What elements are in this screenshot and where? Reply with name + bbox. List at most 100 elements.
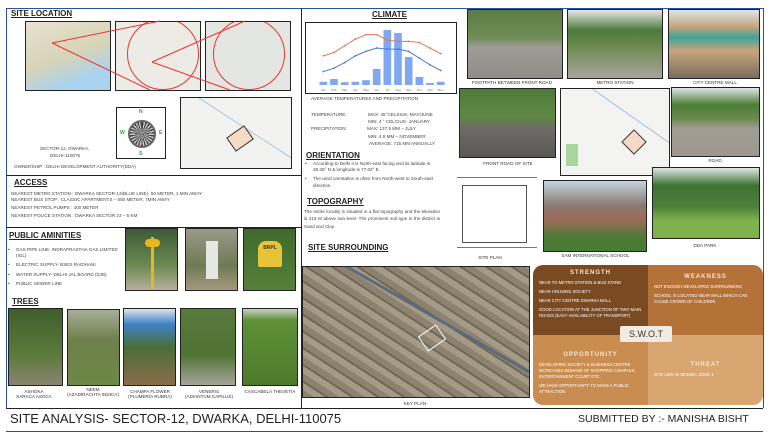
temp-point (322, 54, 325, 57)
swot-center-label: S.W.O.T (620, 326, 672, 342)
weakness-title: WEAKNESS (684, 274, 727, 280)
temp-point (343, 44, 346, 47)
x-tick-label: Feb (331, 88, 337, 92)
orientation-item: According to Delhi it is North-east faci… (303, 161, 439, 173)
temp-point (439, 69, 442, 72)
photo-dda-park (652, 167, 760, 239)
temp-point (386, 39, 389, 42)
precip-bar (330, 79, 338, 85)
opportunity-title: OPPORTUNITY (563, 352, 618, 358)
photo-footpath-label: FOOTPATH BETWEEN FRONT ROAD (472, 80, 552, 85)
chart-caption: AVERAGE TEMPERATURES AND PRECIPITATION (311, 96, 419, 101)
precip-bar (351, 81, 360, 85)
photo-water-marker (185, 228, 238, 291)
submitted-by: SUBMITTED BY :- MANISHA BISHT (578, 413, 749, 425)
site-plot-marker (226, 125, 254, 152)
compass-s: S (139, 151, 143, 157)
topography-text: The entire locality is situated in a fla… (304, 209, 440, 229)
temp-point (407, 40, 410, 43)
temp-point (397, 40, 399, 43)
temp-point (429, 63, 431, 66)
amenity-item: GAS PIPE LINE- INDRAPRASTHA GAS LIMITED … (6, 247, 124, 259)
site-plan-drawing (457, 175, 537, 250)
temp-point (386, 48, 389, 51)
tree-label: NEEM (AZADIRACHTA INDICA) (62, 387, 124, 397)
tree-sci-name: (AZADIRACHTA INDICA) (67, 392, 119, 397)
max-temp-line (323, 34, 441, 57)
swot-threat: THREAT SITE LIES IN SEISMIC ZONE 4 (648, 335, 763, 405)
temp-point (322, 70, 325, 73)
opportunity-item: WE HAVE OPPORTUNITY TO MAKE A PUBLIC ATT… (539, 383, 629, 394)
tree-sci-name: (ADIANTUM CAPILUS) (185, 394, 233, 399)
temp-point (418, 41, 421, 44)
photo-city-centre-mall (668, 9, 760, 79)
orientation-heading: ORIENTATION (306, 151, 360, 160)
compass-box: N S W E (116, 107, 166, 159)
photo-sam-school (543, 180, 647, 252)
temp-point (375, 47, 378, 49)
precipitation-average: AVERAGE: 715 MM ANNUALLY (369, 141, 435, 146)
photo-tree-cascabela (242, 308, 298, 386)
precip-bar (362, 80, 370, 85)
access-heading: ACCESS (14, 178, 48, 187)
temp-point (429, 47, 431, 49)
tree-label: CHAMPA FLOWER (PLUMERIA RUBRA) (120, 389, 180, 399)
x-tick-label: Mar (342, 88, 347, 92)
strength-item: NEAR TO METRO STATION & BUS STAND (539, 280, 622, 286)
x-tick-label: Oct (417, 88, 422, 92)
threat-title: THREAT (690, 362, 721, 368)
site-map (180, 97, 292, 169)
strength-item: GOOD LOCATION AT THE JUNCTION OF TWO MAI… (539, 307, 642, 318)
temp-point (365, 33, 367, 36)
photo-tree-veneris (180, 308, 236, 386)
key-plan-label: KEY PLAN (403, 401, 427, 406)
compass-e: E (159, 130, 163, 136)
strength-item: NEAR CITY CENTRE DWARKA MALL (539, 298, 611, 304)
site-plot-marker (621, 129, 647, 155)
climate-heading: CLIMATE (372, 10, 407, 19)
x-tick-label: Nov (427, 88, 433, 92)
photo-park-label: DDA PARK (693, 243, 717, 248)
divider-footer (6, 408, 763, 409)
tree-name: CASCABELA THEVETIA (244, 389, 296, 394)
tree-sci-name: SARACA ASOCA (16, 394, 52, 399)
address-line2: DELHI-110075 (50, 153, 81, 158)
site-surrounding-heading: SITE SURROUNDING (308, 243, 389, 252)
key-plan-satellite (302, 266, 530, 398)
precipitation-max: MAX: 137.5 MM – JULY (367, 126, 416, 131)
swot-strength: STRENGTH NEAR TO METRO STATION & BUS STA… (533, 265, 648, 335)
access-line: NEAREST POLICE STATION : DWARKA SECTOR 2… (11, 213, 138, 218)
temp-point (375, 33, 378, 36)
photo-electric-marker: BRPL (243, 228, 296, 291)
divider-access (6, 175, 301, 176)
compass-n: N (139, 109, 143, 115)
amenity-item: WATER SUPPLY- DELHI JAL BOARD (DJB) (6, 272, 124, 278)
photo-metro-label: METRO STATION (596, 80, 634, 85)
temp-point (333, 67, 335, 70)
photo-front-road (459, 88, 556, 158)
photo-tree-champa (123, 308, 176, 386)
x-tick-label: Sep (406, 88, 412, 92)
precip-bar (340, 82, 349, 85)
amenities-heading: PUBLIC AMINITIES (9, 231, 82, 240)
swot-weakness: WEAKNESS NOT ENOUGH DEVELOPED SURROUNDIN… (648, 265, 763, 335)
climate-chart: Jan Feb Mar Apr May Jun Jul Aug Sep Oct Nov Dec (305, 22, 457, 94)
precip-bar (436, 81, 445, 85)
amenities-list: GAS PIPE LINE- INDRAPRASTHA GAS LIMITED … (6, 247, 124, 290)
tree-label: VENERIS (ADIANTUM CAPILUS) (178, 389, 240, 399)
photo-tree-ashoka (8, 308, 63, 386)
orientation-item: The wind orientation is often from North… (303, 176, 439, 188)
temperature-max: MAX: 45°CELSIUS- MAY/JUNE (368, 112, 433, 117)
photo-tree-neem (67, 309, 120, 386)
temperature-min: MIN: 4 ° CELCIUS- JANUARY (368, 119, 430, 124)
x-tick-label: Jun (374, 88, 379, 92)
weakness-item: NOT ENOUGH DEVELOPED SURROUNDING (654, 284, 742, 290)
photo-road-label: ROAD (708, 158, 722, 163)
amenity-item: ELECTRIC SUPPLY- BSES RAIDHANI (6, 262, 124, 268)
photo-gas-pipeline-marker (125, 228, 178, 291)
strength-title: STRENGTH (570, 270, 611, 276)
address-line1: SECTOR-12, DWARKA, (40, 146, 90, 151)
orientation-list: According to Delhi it is North-east faci… (303, 161, 439, 192)
access-line: NEAREST PETROL PUMPS : 400 METER (11, 205, 99, 210)
x-tick-label: May (363, 88, 369, 92)
